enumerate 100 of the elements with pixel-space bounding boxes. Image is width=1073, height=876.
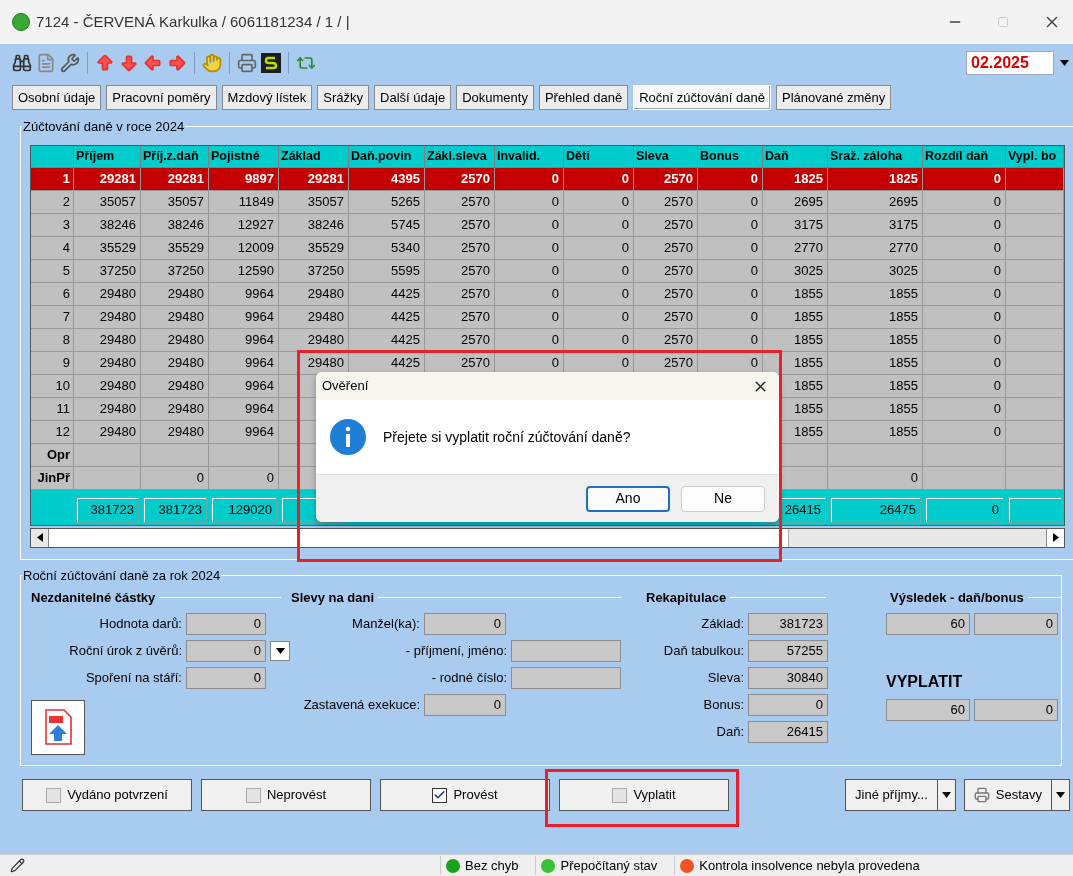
status-text: Přepočítaný stav [560,856,658,875]
table-cell: 29480 [279,328,349,352]
total-cell: 129020 [211,497,277,523]
table-row[interactable]: 3 38246 38246 12927 38246 5745 2570 0 0 2570 0 3175 3175 0 [31,213,1064,237]
tab[interactable]: Mzdový lístek [221,85,313,110]
table-cell: 0 [564,259,634,283]
row-header[interactable]: 8 [31,328,74,352]
table-cell: 0 [698,236,763,260]
dialog-button[interactable]: Ne [681,485,765,512]
number-field[interactable]: 0 [186,666,266,689]
table-cell: 0 [923,374,1006,398]
table-cell: 29480 [74,351,141,375]
row-header[interactable]: 4 [31,236,74,260]
section-heading: Slevy na dani [291,588,375,607]
table-cell: 3175 [828,213,923,237]
row-header[interactable]: 10 [31,374,74,398]
table-cell: 29480 [74,282,141,306]
row-header[interactable]: 7 [31,305,74,329]
field-label: - rodné číslo: [430,668,508,687]
row-header[interactable]: 5 [31,259,74,283]
table-row[interactable]: 6 29480 29480 9964 29480 4425 2570 0 0 2570 0 1855 1855 0 [31,282,1064,306]
tab[interactable]: Plánované změny [776,85,892,110]
table-cell: 29480 [74,305,141,329]
tab[interactable]: Dokumenty [456,85,534,110]
number-field[interactable]: 0 [748,693,828,716]
column-header[interactable]: Vypl. bo [1006,145,1064,168]
column-header[interactable]: Zákl.sleva [425,145,495,168]
table-cell: 3175 [763,213,828,237]
menu-button[interactable]: Sestavy [963,779,1052,811]
row-header[interactable]: 2 [31,190,74,214]
table-cell: 9964 [209,351,279,375]
number-field[interactable]: 0 [186,639,266,662]
number-field[interactable]: 0 [974,612,1058,635]
table-cell: 9964 [209,397,279,421]
table-cell: 1855 [763,328,828,352]
table-cell: 9964 [209,374,279,398]
table-row[interactable]: 1 29281 29281 9897 29281 4395 2570 0 0 2570 0 1825 1825 0 [31,167,1064,191]
tab[interactable]: Srážky [317,85,370,110]
number-field[interactable]: 0 [424,693,506,716]
row-header[interactable]: 3 [31,213,74,237]
row-header[interactable]: JinPř [31,466,74,490]
table-cell: 2695 [763,190,828,214]
number-field[interactable]: 0 [424,612,506,635]
table-cell: 5340 [349,236,425,260]
column-header[interactable]: Sleva [634,145,698,168]
dialog-button[interactable]: Ano [586,485,670,512]
tab[interactable]: Přehled daně [538,85,629,110]
table-cell: 3025 [763,259,828,283]
field-label: Spoření na stáří: [84,668,183,687]
field-label: - příjmení, jméno: [404,641,508,660]
period-field[interactable]: 02.2025 [966,51,1054,75]
number-field[interactable]: 381723 [748,612,828,635]
row-header[interactable]: 1 [31,167,74,191]
number-field[interactable]: 60 [886,698,970,721]
table-cell: 0 [698,328,763,352]
row-header[interactable]: 6 [31,282,74,306]
number-field[interactable]: 0 [974,698,1058,721]
checkbox-button[interactable]: Vyplatit [559,779,729,811]
table-cell: 1855 [828,420,923,444]
column-header[interactable]: Daň.povin [349,145,425,168]
column-header[interactable]: Daň [763,145,828,168]
column-header[interactable]: Sraž. záloha [828,145,923,168]
row-header[interactable]: 12 [31,420,74,444]
tab[interactable]: Osobní údaje [12,85,102,110]
table-row[interactable]: 7 29480 29480 9964 29480 4425 2570 0 0 2570 0 1855 1855 0 [31,305,1064,329]
number-field[interactable]: 26415 [748,720,828,743]
tab[interactable]: Další údaje [374,85,452,110]
table-cell: 0 [923,305,1006,329]
number-field[interactable]: 57255 [748,639,828,662]
table-cell: 35529 [74,236,141,260]
row-header[interactable]: 11 [31,397,74,421]
table-row[interactable]: 2 35057 35057 11849 35057 5265 2570 0 0 2570 0 2695 2695 0 [31,190,1064,214]
total-cell: 0 [925,497,1004,523]
field-label: Základ: [700,614,745,633]
table-cell: 0 [923,213,1006,237]
tab[interactable]: Roční zúčtování daně [633,85,771,110]
table-row[interactable]: 5 37250 37250 12590 37250 5595 2570 0 0 2570 0 3025 3025 0 [31,259,1064,283]
checkbox-button[interactable]: Vydáno potvrzení [22,779,192,811]
checkbox-button[interactable]: Neprovést [201,779,371,811]
number-field[interactable]: 30840 [748,666,828,689]
menu-button[interactable]: Jiné příjmy... [845,779,938,811]
column-header[interactable]: Příjem [74,145,141,168]
column-header[interactable]: Rozdíl daň [923,145,1006,168]
column-header[interactable]: Invalid. [495,145,564,168]
column-header[interactable]: Příj.z.daň [141,145,209,168]
column-header[interactable]: Pojistné [209,145,279,168]
column-header[interactable]: Děti [564,145,634,168]
row-header[interactable]: 9 [31,351,74,375]
number-field[interactable]: 0 [186,612,266,635]
row-header[interactable]: Opr [31,443,74,467]
table-cell: 0 [923,190,1006,214]
column-header[interactable]: Bonus [698,145,763,168]
number-field[interactable]: 60 [886,612,970,635]
tab[interactable]: Pracovní poměry [106,85,217,110]
table-cell: 38246 [141,213,209,237]
table-cell: 35057 [141,190,209,214]
table-row[interactable]: 4 35529 35529 12009 35529 5340 2570 0 0 2570 0 2770 2770 0 [31,236,1064,260]
checkbox-button[interactable]: Provést [380,779,550,811]
column-header[interactable]: Základ [279,145,349,168]
table-cell: 29480 [74,374,141,398]
